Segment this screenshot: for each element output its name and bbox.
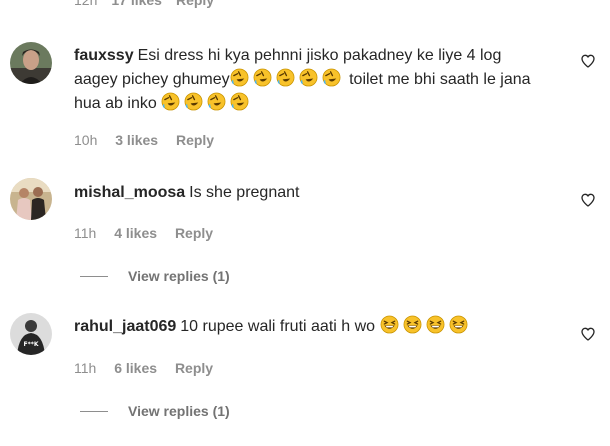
grinning-squinting-emoji [403, 315, 421, 334]
grinning-squinting-emoji [380, 315, 398, 334]
emoji-group [230, 92, 253, 112]
heart-icon[interactable] [580, 192, 596, 208]
heart-icon[interactable] [580, 326, 596, 342]
comment-time: 12h [74, 0, 98, 8]
avatar[interactable] [10, 42, 52, 84]
reply-button[interactable]: Reply [175, 225, 213, 241]
emoji-group [380, 315, 403, 335]
divider [80, 410, 108, 412]
comment-likes[interactable]: 6 likes [114, 360, 157, 376]
rolling-laughing-emoji [184, 92, 203, 111]
reply-button[interactable]: Reply [176, 0, 214, 8]
comment-username[interactable]: rahul_jaat069 [74, 318, 176, 335]
reply-button[interactable]: Reply [175, 360, 213, 376]
view-replies-button[interactable]: View replies (1) [80, 403, 230, 419]
emoji-group [322, 68, 345, 88]
comment-body-line2: aagey pichey ghumey [74, 71, 230, 88]
emoji-group [276, 68, 299, 88]
rolling-laughing-emoji [276, 68, 295, 87]
comment-body-line3: hua ab inko [74, 95, 157, 112]
reply-button[interactable]: Reply [176, 132, 214, 148]
comment-body-line1: Esi dress hi kya pehnni jisko pakadney k… [137, 47, 502, 64]
comment-meta: 10h 3 likes Reply [74, 132, 228, 148]
grinning-squinting-emoji [449, 315, 467, 334]
comment-username[interactable]: mishal_moosa [74, 184, 185, 201]
rolling-laughing-emoji [230, 68, 249, 87]
comment-meta: 11h 6 likes Reply [74, 360, 227, 376]
comment-body-line2b: toilet me bhi saath le jana [344, 71, 531, 88]
view-replies-button[interactable]: View replies (1) [80, 268, 230, 284]
rolling-laughing-emoji [299, 68, 318, 87]
emoji-group [253, 68, 276, 88]
emoji-group [230, 68, 253, 88]
rolling-laughing-emoji [322, 68, 341, 87]
comment-body: Is she pregnant [189, 184, 300, 201]
comment-likes[interactable]: 4 likes [114, 225, 157, 241]
comment-likes[interactable]: 17 likes [111, 0, 162, 8]
comment-username[interactable]: fauxssy [74, 47, 134, 64]
comment-likes[interactable]: 3 likes [115, 132, 158, 148]
emoji-group [161, 92, 184, 112]
comment-text: rahul_jaat069 10 rupee wali fruti aati h … [74, 315, 574, 339]
view-replies-label[interactable]: View replies (1) [128, 403, 230, 419]
emoji-group [207, 92, 230, 112]
emoji-group [403, 315, 426, 335]
divider [80, 275, 108, 277]
heart-icon[interactable] [580, 53, 596, 69]
emoji-group [449, 315, 472, 335]
comment-text: fauxssy Esi dress hi kya pehnni jisko pak… [74, 44, 574, 116]
view-replies-label[interactable]: View replies (1) [128, 268, 230, 284]
comment-time: 11h [74, 225, 97, 241]
emoji-group [426, 315, 449, 335]
rolling-laughing-emoji [161, 92, 180, 111]
rolling-laughing-emoji [230, 92, 249, 111]
comment-body: 10 rupee wali fruti aati h wo [180, 318, 376, 335]
comment-meta: 11h 4 likes Reply [74, 225, 227, 241]
avatar[interactable] [10, 178, 52, 220]
grinning-squinting-emoji [426, 315, 444, 334]
svg-text:F**K: F**K [23, 341, 38, 348]
previous-comment-meta: 12h 17 likes Reply [74, 0, 228, 8]
comment-time: 11h [74, 360, 97, 376]
comment-time: 10h [74, 132, 98, 148]
rolling-laughing-emoji [253, 68, 272, 87]
emoji-group [184, 92, 207, 112]
emoji-group [299, 68, 322, 88]
avatar[interactable]: F**K [10, 313, 52, 355]
comment-text: mishal_moosa Is she pregnant [74, 181, 574, 205]
rolling-laughing-emoji [207, 92, 226, 111]
